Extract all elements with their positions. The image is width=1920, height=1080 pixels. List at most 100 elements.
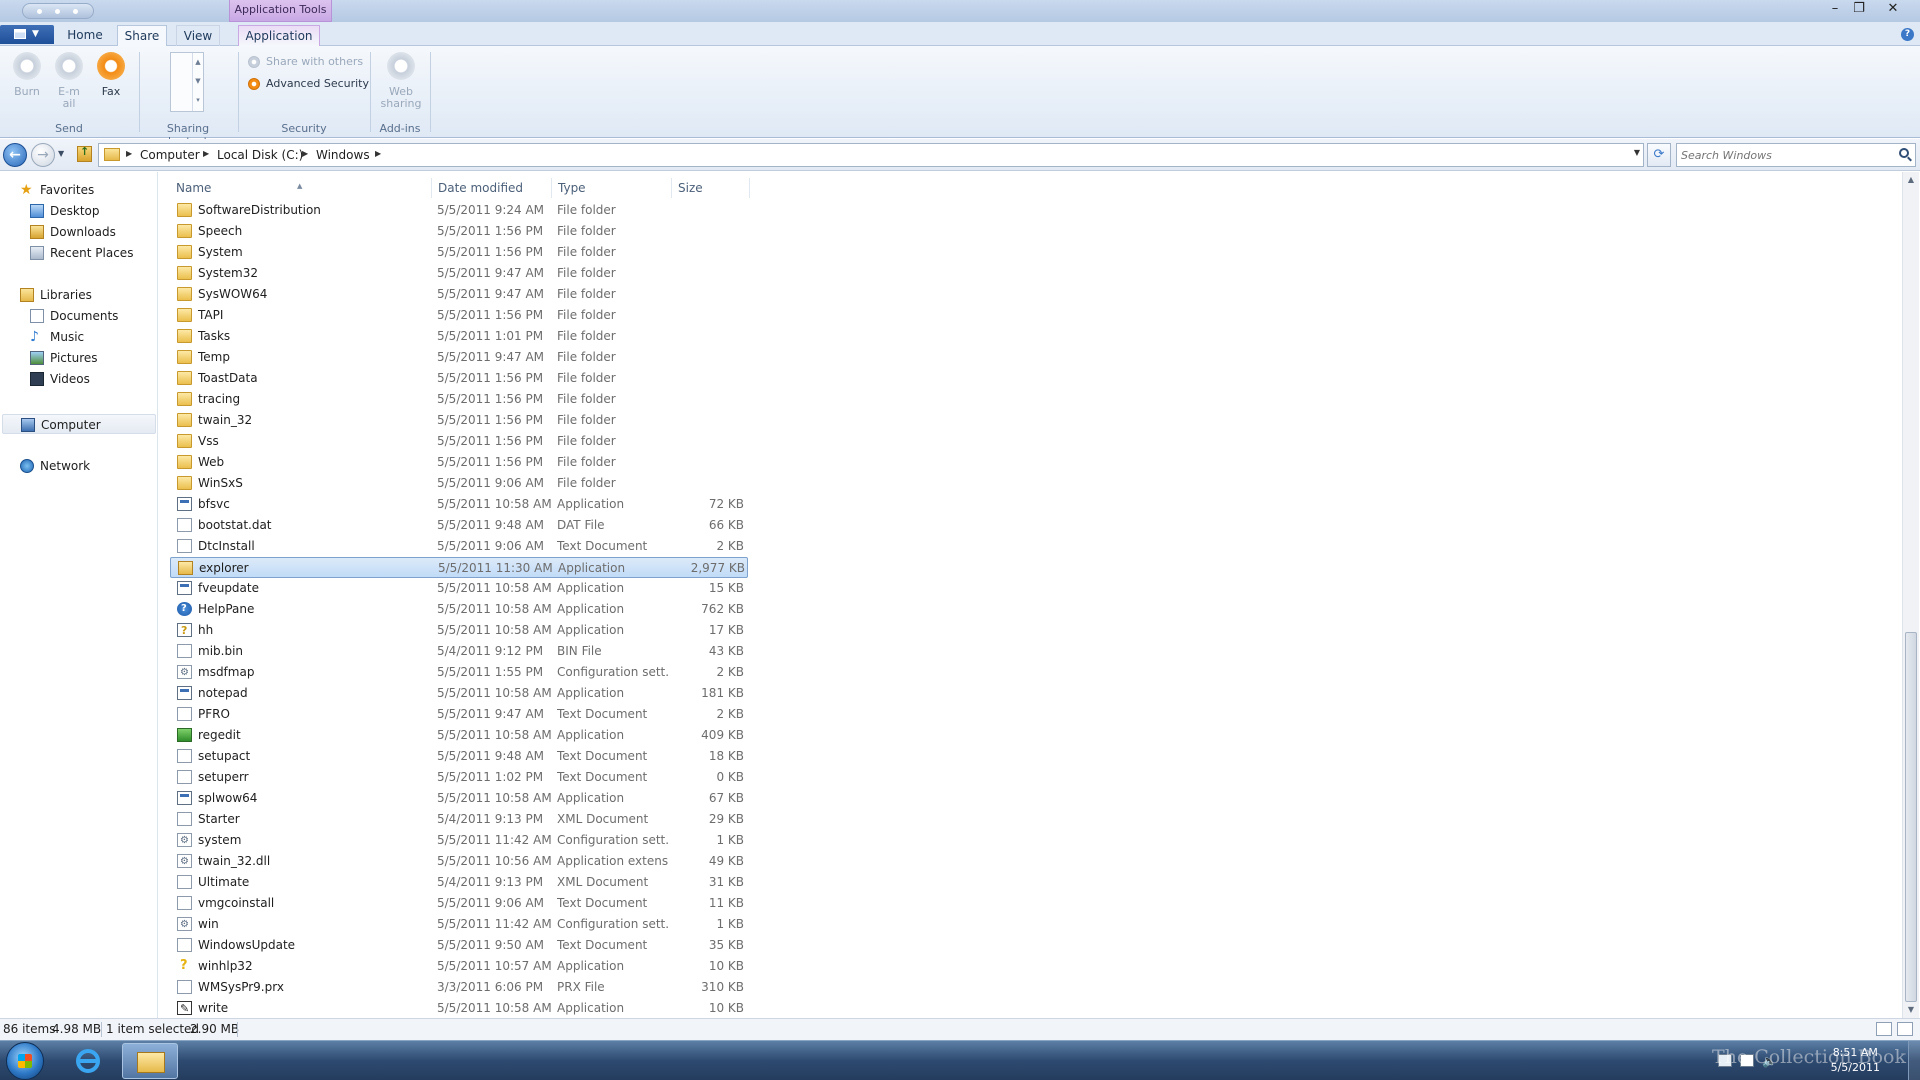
file-row[interactable]: System32 5/5/2011 9:47 AM File folder [170,263,748,284]
file-row[interactable]: Temp 5/5/2011 9:47 AM File folder [170,347,748,368]
breadcrumb-arrow-icon[interactable]: ▶ [302,149,308,158]
scrollbar-thumb[interactable] [1905,632,1917,1002]
tab-view[interactable]: View [176,25,220,46]
file-row[interactable]: ToastData 5/5/2011 1:56 PM File folder [170,368,748,389]
file-row[interactable]: regedit 5/5/2011 10:58 AM Application 409 K… [170,725,748,746]
file-name: twain_32.dll [198,854,271,868]
taskbar-internet-explorer[interactable] [60,1043,116,1079]
tab-share[interactable]: Share [117,25,167,47]
maximize-button[interactable]: ❐ [1848,1,1870,19]
close-button[interactable]: ✕ [1882,1,1904,19]
network-icon [20,459,34,473]
start-button[interactable] [6,1042,44,1080]
breadcrumb-arrow-icon[interactable]: ▶ [126,149,132,158]
search-icon[interactable] [1899,148,1909,158]
details-view-icon[interactable] [1876,1022,1892,1036]
file-row[interactable]: Speech 5/5/2011 1:56 PM File folder [170,221,748,242]
file-row[interactable]: fveupdate 5/5/2011 10:58 AM Application 15 … [170,578,748,599]
downloads-icon [30,225,44,239]
file-row[interactable]: mib.bin 5/4/2011 9:12 PM BIN File 43 KB [170,641,748,662]
file-row[interactable]: twain_32.dll 5/5/2011 10:56 AM Application… [170,851,748,872]
qat-redo-icon[interactable] [73,9,78,14]
gallery-scroll[interactable]: ▲ ▼ ▾ [192,53,203,111]
taskbar-windows-explorer[interactable] [122,1043,178,1079]
group-label-send: Send [55,122,83,135]
tab-application[interactable]: Application [238,25,320,46]
file-row[interactable]: System 5/5/2011 1:56 PM File folder [170,242,748,263]
breadcrumb-computer[interactable]: Computer [140,148,200,162]
column-header-date[interactable]: Date modified [432,178,552,198]
file-row[interactable]: HelpPane 5/5/2011 10:58 AM Application 762 … [170,598,748,620]
application-menu-button[interactable]: ▼ [0,25,54,44]
search-box[interactable] [1676,143,1916,167]
file-row[interactable]: WindowsUpdate 5/5/2011 9:50 AM Text Docume… [170,935,748,956]
qat-undo-icon[interactable] [55,9,60,14]
file-row[interactable]: winhlp32 5/5/2011 10:57 AM Application 10 K… [170,955,748,977]
address-dropdown-icon[interactable]: ▼ [1634,148,1640,157]
file-row[interactable]: system 5/5/2011 11:42 AM Configuration set… [170,830,748,851]
file-row[interactable]: setuperr 5/5/2011 1:02 PM Text Document 0 K… [170,767,748,788]
file-row[interactable]: notepad 5/5/2011 10:58 AM Application 181 K… [170,683,748,704]
file-row[interactable]: Starter 5/4/2011 9:13 PM XML Document 29 KB [170,809,748,830]
file-row[interactable]: SysWOW64 5/5/2011 9:47 AM File folder [170,284,748,305]
nav-computer[interactable]: Computer [2,414,156,434]
qat-save-icon[interactable] [37,9,42,14]
file-row[interactable]: bootstat.dat 5/5/2011 9:48 AM DAT File 66 K… [170,515,748,536]
file-row[interactable]: DtcInstall 5/5/2011 9:06 AM Text Document 2… [170,536,748,557]
large-icons-view-icon[interactable] [1897,1022,1913,1036]
address-bar[interactable]: ▶ Computer ▶ Local Disk (C:) ▶ Windows ▶… [98,143,1644,167]
file-row[interactable]: Ultimate 5/4/2011 9:13 PM XML Document 31 K… [170,872,748,893]
tab-home[interactable]: Home [62,25,108,46]
sharing-shortcuts-gallery[interactable]: ▲ ▼ ▾ [170,52,204,112]
file-row[interactable]: Vss 5/5/2011 1:56 PM File folder [170,431,748,452]
file-row[interactable]: explorer 5/5/2011 11:30 AM Application 2,97… [170,557,748,578]
file-row[interactable]: hh 5/5/2011 10:58 AM Application 17 KB [170,620,748,641]
file-row[interactable]: SoftwareDistribution 5/5/2011 9:24 AM File… [170,200,748,221]
minimize-button[interactable]: – [1824,1,1846,19]
burn-button[interactable]: Burn [7,52,47,98]
scroll-up-icon[interactable]: ▲ [1903,172,1919,188]
file-row[interactable]: setupact 5/5/2011 9:48 AM Text Document 18 … [170,746,748,767]
file-row[interactable]: msdfmap 5/5/2011 1:55 PM Configuration set… [170,662,748,683]
file-row[interactable]: twain_32 5/5/2011 1:56 PM File folder [170,410,748,431]
column-header-type[interactable]: Type [552,178,672,198]
refresh-button[interactable]: ⟳ [1647,143,1671,167]
column-header-size[interactable]: Size [672,178,750,198]
breadcrumb-windows[interactable]: Windows [316,148,370,162]
file-size: 10 KB [708,959,744,973]
file-row[interactable]: bfsvc 5/5/2011 10:58 AM Application 72 KB [170,494,748,515]
file-row[interactable]: TAPI 5/5/2011 1:56 PM File folder [170,305,748,326]
forward-button[interactable]: → [31,143,55,167]
file-size: 11 KB [708,896,744,910]
file-row[interactable]: win 5/5/2011 11:42 AM Configuration sett..… [170,914,748,935]
file-date: 5/5/2011 1:56 PM [437,308,544,322]
file-row[interactable]: write 5/5/2011 10:58 AM Application 10 KB [170,998,748,1019]
breadcrumb-local-disk[interactable]: Local Disk (C:) [217,148,303,162]
help-icon[interactable]: ? [1901,28,1914,41]
file-row[interactable]: tracing 5/5/2011 1:56 PM File folder [170,389,748,410]
file-row[interactable]: PFRO 5/5/2011 9:47 AM Text Document 2 KB [170,704,748,725]
breadcrumb-arrow-icon[interactable]: ▶ [375,149,381,158]
scroll-down-icon[interactable]: ▼ [1903,1002,1919,1018]
up-folder-button[interactable] [77,145,92,162]
recent-locations-dropdown[interactable]: ▼ [58,149,64,158]
file-row[interactable]: splwow64 5/5/2011 10:58 AM Application 67 K… [170,788,748,809]
back-button[interactable]: ← [3,143,27,167]
file-type: XML Document [557,875,649,889]
group-divider [238,52,239,132]
file-date: 5/4/2011 9:13 PM [437,812,544,826]
show-desktop-button[interactable] [1908,1041,1920,1080]
column-header-name[interactable]: ▲ Name [170,178,432,198]
breadcrumb-arrow-icon[interactable]: ▶ [203,149,209,158]
file-row[interactable]: vmgcoinstall 5/5/2011 9:06 AM Text Documen… [170,893,748,914]
file-row[interactable]: Tasks 5/5/2011 1:01 PM File folder [170,326,748,347]
quick-access-toolbar[interactable] [22,3,94,19]
file-row[interactable]: WinSxS 5/5/2011 9:06 AM File folder [170,473,748,494]
vertical-scrollbar[interactable]: ▲ ▼ [1902,172,1919,1018]
file-row[interactable]: Web 5/5/2011 1:56 PM File folder [170,452,748,473]
web-sharing-button[interactable]: Web sharing [376,52,426,110]
search-input[interactable] [1681,146,1886,164]
fax-button[interactable]: Fax [91,52,131,98]
email-button[interactable]: E-mail [48,52,90,110]
file-row[interactable]: WMSysPr9.prx 3/3/2011 6:06 PM PRX File 310 … [170,977,748,998]
